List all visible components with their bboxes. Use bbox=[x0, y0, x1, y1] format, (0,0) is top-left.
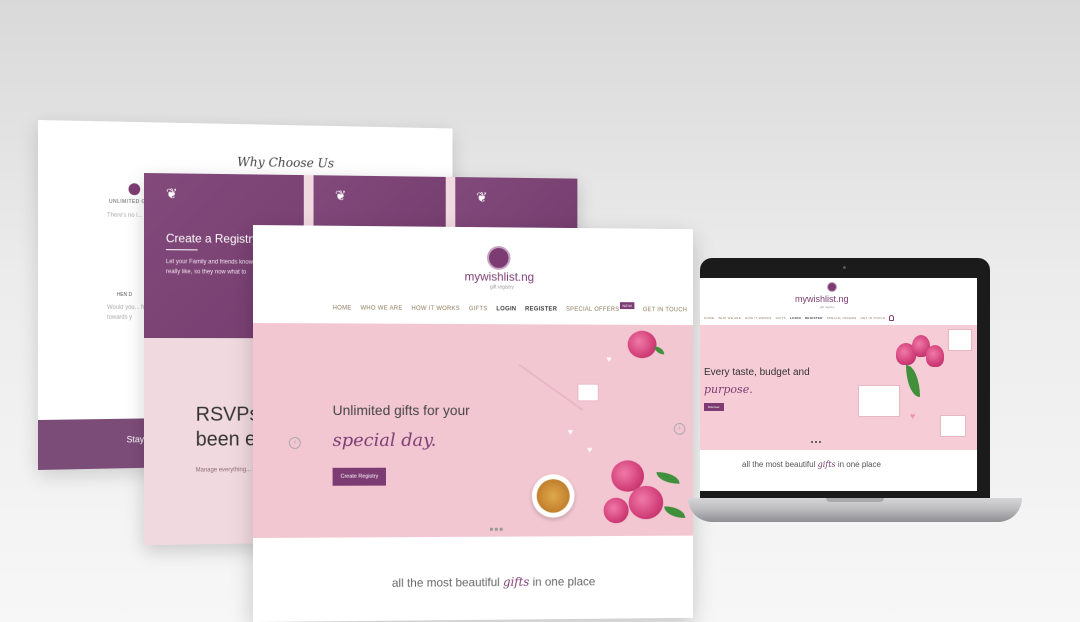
create-registry-button[interactable]: Create Registry bbox=[332, 467, 387, 486]
butterfly-icon: ❦ bbox=[476, 189, 488, 205]
nav-home[interactable]: HOME bbox=[704, 316, 714, 320]
leaf-decoration bbox=[664, 506, 686, 519]
butterfly-icon: ❦ bbox=[165, 185, 178, 202]
user-icon[interactable] bbox=[889, 315, 895, 321]
brand-logo[interactable]: mywishlist.ng bbox=[465, 270, 535, 284]
slider-dot[interactable] bbox=[499, 527, 503, 531]
hero-headline: Every taste, budget and bbox=[704, 367, 810, 378]
nav-who-we-are[interactable]: WHO WE ARE bbox=[718, 316, 741, 320]
prev-slide-arrow[interactable]: ‹ bbox=[288, 436, 301, 449]
slider-dot[interactable] bbox=[489, 527, 493, 531]
logo-emblem-icon[interactable] bbox=[487, 246, 511, 270]
main-nav: HOME WHO WE ARE HOW IT WORKS GIFTS LOGIN… bbox=[333, 302, 693, 315]
laptop-screen: mywishlist.ng gift registry HOME WHO WE … bbox=[700, 278, 977, 491]
tagline-gifts: gifts bbox=[817, 460, 836, 469]
tagline-strip: all the most beautiful gifts in one plac… bbox=[742, 460, 881, 469]
slider-dot[interactable] bbox=[815, 441, 817, 443]
leaf-decoration bbox=[656, 471, 680, 484]
gift-box-icon bbox=[940, 415, 966, 437]
rose-decoration bbox=[627, 330, 657, 359]
gift-box-icon bbox=[858, 385, 900, 417]
rsvp-heading: RSVPs been e bbox=[196, 403, 260, 453]
heart-icon: ♥ bbox=[606, 354, 612, 365]
heart-icon: ♥ bbox=[567, 426, 573, 437]
main-nav: HOME WHO WE ARE HOW IT WORKS GIFTS LOGIN… bbox=[704, 315, 895, 321]
heart-icon: ♥ bbox=[587, 444, 593, 455]
divider bbox=[165, 249, 198, 251]
brand-logo[interactable]: mywishlist.ng bbox=[795, 294, 849, 304]
next-slide-arrow[interactable]: › bbox=[673, 423, 686, 435]
gift-box-icon bbox=[948, 329, 972, 351]
nav-special-offers[interactable]: SPECIAL OFFERSNEW bbox=[565, 302, 635, 313]
rose-decoration bbox=[603, 497, 629, 524]
hero-headline-script: purpose. bbox=[704, 383, 753, 396]
tagline-post: in one place bbox=[837, 460, 881, 469]
nav-login[interactable]: LOGIN bbox=[496, 306, 516, 312]
new-badge: NEW bbox=[620, 302, 635, 310]
discover-button[interactable]: Discover bbox=[704, 403, 724, 411]
butterfly-icon: ❦ bbox=[334, 187, 347, 204]
nav-special-offers[interactable]: SPECIAL OFFERS bbox=[827, 316, 857, 320]
tagline-pre: all the most beautiful bbox=[742, 460, 816, 469]
nav-register[interactable]: REGISTER bbox=[805, 316, 823, 320]
ribbon-decoration bbox=[518, 363, 584, 411]
slider-dots bbox=[489, 527, 503, 531]
hero-banner: ♥ Every taste, budget and purpose. Disco… bbox=[700, 325, 977, 450]
tagline-post: in one place bbox=[532, 574, 596, 589]
laptop-notch bbox=[826, 498, 884, 502]
feature-title: UNLIMITED G bbox=[109, 198, 146, 206]
tagline-pre: all the most beautiful bbox=[391, 575, 500, 590]
logo-emblem-icon[interactable] bbox=[827, 282, 837, 292]
nav-special-offers-label: SPECIAL OFFERS bbox=[565, 306, 620, 313]
nav-who-we-are[interactable]: WHO WE ARE bbox=[361, 306, 403, 312]
hero-headline-script: special day. bbox=[332, 429, 437, 451]
hero-banner: ♥ ♥ ♥ ‹ › Unlimited gifts for your speci… bbox=[253, 323, 693, 538]
nav-home[interactable]: HOME bbox=[333, 305, 352, 311]
camera-icon bbox=[843, 266, 846, 269]
card-title: Create a Registry bbox=[165, 231, 259, 246]
front-page-mockup: mywishlist.ng gift registry HOME WHO WE … bbox=[253, 225, 693, 622]
tagline-gifts: gifts bbox=[503, 574, 530, 590]
footer-bar-text: Stay bbox=[126, 434, 145, 445]
gift-box-icon bbox=[577, 383, 599, 402]
nav-register[interactable]: REGISTER bbox=[525, 307, 557, 313]
slider-dot[interactable] bbox=[819, 441, 821, 443]
section-title: Why Choose Us bbox=[237, 155, 335, 172]
slider-dot[interactable] bbox=[494, 527, 498, 531]
tulip-decoration bbox=[926, 345, 944, 367]
nav-gifts[interactable]: GIFTS bbox=[776, 316, 786, 320]
brand-tagline: gift registry bbox=[820, 305, 835, 309]
nav-how-it-works[interactable]: HOW IT WORKS bbox=[745, 316, 772, 320]
slider-dots bbox=[811, 441, 821, 443]
nav-get-in-touch[interactable]: GET IN TOUCH bbox=[643, 307, 687, 313]
slider-dot[interactable] bbox=[811, 441, 813, 443]
nav-login[interactable]: LOGIN bbox=[790, 316, 801, 320]
rsvp-line: been e bbox=[195, 428, 257, 451]
feature-title: HEN D bbox=[116, 292, 132, 298]
coffee-cup-icon bbox=[531, 474, 575, 518]
heart-icon: ♥ bbox=[910, 411, 916, 421]
leaf-decoration bbox=[654, 346, 665, 355]
laptop-base bbox=[688, 498, 1022, 522]
rose-decoration bbox=[628, 485, 664, 520]
hero-headline: Unlimited gifts for your bbox=[332, 402, 470, 419]
nav-get-in-touch[interactable]: GET IN TOUCH bbox=[860, 316, 885, 320]
nav-gifts[interactable]: GIFTS bbox=[469, 306, 488, 312]
rsvp-line: RSVPs bbox=[195, 403, 260, 426]
brand-tagline: gift registry bbox=[489, 284, 514, 291]
nav-how-it-works[interactable]: HOW IT WORKS bbox=[411, 306, 460, 312]
leaf-decoration bbox=[906, 365, 920, 397]
feature-icon bbox=[128, 183, 141, 196]
laptop-lid: mywishlist.ng gift registry HOME WHO WE … bbox=[700, 258, 990, 498]
tagline-strip: all the most beautiful gifts in one plac… bbox=[392, 574, 595, 589]
